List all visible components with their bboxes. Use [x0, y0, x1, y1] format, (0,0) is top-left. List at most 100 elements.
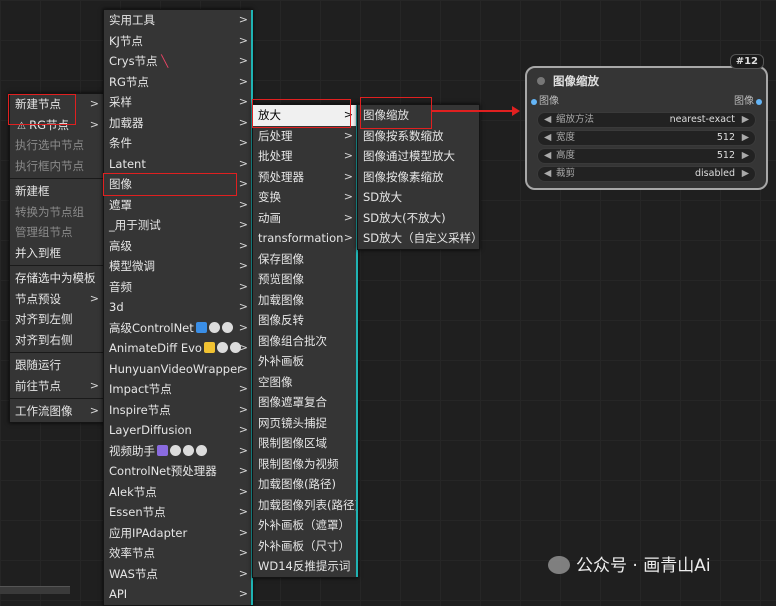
category-menu-item[interactable]: Crys节点 ╲ > — [104, 51, 252, 72]
upscale-menu-item[interactable]: SD放大 — [358, 187, 479, 208]
category-menu-item[interactable]: 视频助手 > — [104, 441, 252, 462]
output-socket-icon[interactable] — [756, 99, 762, 105]
category-menu-item[interactable]: HunyuanVideoWrapper > — [104, 359, 252, 380]
decrement-arrow-icon[interactable]: ◀ — [544, 149, 551, 163]
image-menu-item[interactable]: 空图像 — [253, 372, 357, 393]
image-menu-item[interactable]: 网页镜头捕捉 — [253, 413, 357, 434]
menu-item-label: ControlNet预处理器 — [109, 464, 217, 478]
increment-arrow-icon[interactable]: ▶ — [742, 131, 749, 145]
image-menu-item[interactable]: transformation > — [253, 228, 357, 249]
context-menu-item[interactable]: ⚠ RG节点 > — [10, 115, 103, 136]
image-menu-item[interactable]: 预处理器 > — [253, 167, 357, 188]
image-menu-item[interactable]: WD14反推提示词 — [253, 556, 357, 577]
category-menu-item[interactable]: 高级ControlNet > — [104, 318, 252, 339]
node-widget[interactable]: ◀ 高度 512 ▶ — [537, 148, 756, 164]
image-menu-item[interactable]: 批处理 > — [253, 146, 357, 167]
image-menu-item[interactable]: 图像反转 — [253, 310, 357, 331]
context-menu-item[interactable]: 新建框 — [10, 181, 103, 202]
context-menu-item[interactable]: 并入到框 — [10, 243, 103, 264]
image-menu-item[interactable]: 后处理 > — [253, 126, 357, 147]
menu-item-label: 批处理 — [258, 149, 293, 163]
category-menu-item[interactable]: 效率节点 > — [104, 543, 252, 564]
image-menu-item[interactable]: 外补画板（尺寸） — [253, 536, 357, 557]
node-title[interactable]: 图像缩放 — [527, 68, 766, 94]
increment-arrow-icon[interactable]: ▶ — [742, 149, 749, 163]
context-menu-item[interactable]: 执行框内节点 — [10, 156, 103, 177]
category-menu-item[interactable]: LayerDiffusion > — [104, 420, 252, 441]
node-widget[interactable]: ◀ 裁剪 disabled ▶ — [537, 166, 756, 182]
image-menu-item[interactable]: 变换 > — [253, 187, 357, 208]
menu-item-label: 并入到框 — [15, 245, 61, 260]
category-menu-item[interactable]: 实用工具 > — [104, 10, 252, 31]
category-menu-item[interactable]: 图像 > — [104, 174, 252, 195]
category-menu-item[interactable]: 遮罩 > — [104, 195, 252, 216]
menu-separator — [10, 265, 103, 266]
context-menu-item[interactable]: 存储选中为模板 — [10, 268, 103, 289]
category-menu-item[interactable]: Alek节点 > — [104, 482, 252, 503]
image-menu-item[interactable]: 外补画板 — [253, 351, 357, 372]
category-menu-item[interactable]: AnimateDiff Evo > — [104, 338, 252, 359]
upscale-menu-item[interactable]: 图像按像素缩放 — [358, 167, 479, 188]
context-menu-item[interactable]: 工作流图像 > — [10, 401, 103, 422]
image-scale-node[interactable]: #12 图像缩放 图像 图像 ◀ 缩放方法 nearest-exact ▶ ◀ 宽度 512… — [525, 54, 768, 190]
category-menu-item[interactable]: _用于测试 > — [104, 215, 252, 236]
decrement-arrow-icon[interactable]: ◀ — [544, 113, 551, 127]
upscale-menu-item[interactable]: 图像通过模型放大 — [358, 146, 479, 167]
context-menu-item[interactable]: 对齐到左侧 — [10, 309, 103, 330]
decrement-arrow-icon[interactable]: ◀ — [544, 167, 551, 181]
upscale-menu-item[interactable]: 图像缩放 — [358, 105, 479, 126]
category-menu-item[interactable]: ControlNet预处理器 > — [104, 461, 252, 482]
image-menu-item[interactable]: 加载图像列表(路径) — [253, 495, 359, 516]
category-menu-item[interactable]: RG节点 > — [104, 72, 252, 93]
menu-item-label: Impact节点 — [109, 382, 172, 396]
category-menu-item[interactable]: 条件 > — [104, 133, 252, 154]
context-menu-item[interactable]: 跟随运行 — [10, 355, 103, 376]
context-menu-item[interactable]: 转换为节点组 — [10, 202, 103, 223]
image-menu-item[interactable]: 限制图像区域 — [253, 433, 357, 454]
upscale-menu-item[interactable]: SD放大(不放大) — [358, 208, 479, 229]
menu-item-label: 限制图像区域 — [258, 436, 327, 450]
context-menu-item[interactable]: 节点预设 > — [10, 289, 103, 310]
node-widget[interactable]: ◀ 宽度 512 ▶ — [537, 130, 756, 146]
context-menu-item[interactable]: 管理组节点 — [10, 222, 103, 243]
chevron-right-icon: > — [343, 108, 353, 121]
image-menu-item[interactable]: 放大 > — [253, 105, 357, 126]
category-menu-item[interactable]: WAS节点 > — [104, 564, 252, 585]
category-menu-item[interactable]: 音频 > — [104, 277, 252, 298]
category-menu-item[interactable]: 应用IPAdapter > — [104, 523, 252, 544]
image-menu-item[interactable]: 图像遮罩复合 — [253, 392, 357, 413]
category-menu-item[interactable]: 3d > — [104, 297, 252, 318]
category-menu-item[interactable]: Impact节点 > — [104, 379, 252, 400]
category-menu-item[interactable]: 模型微调 > — [104, 256, 252, 277]
category-menu-item[interactable]: Essen节点 > — [104, 502, 252, 523]
upscale-menu-item[interactable]: SD放大（自定义采样） — [358, 228, 483, 249]
category-menu-item[interactable]: KJ节点 > — [104, 31, 252, 52]
image-menu-item[interactable]: 加载图像(路径) — [253, 474, 357, 495]
category-menu-item[interactable]: 高级 > — [104, 236, 252, 257]
decrement-arrow-icon[interactable]: ◀ — [544, 131, 551, 145]
collapse-dot-icon[interactable] — [537, 77, 545, 85]
context-menu-item[interactable]: 前往节点 > — [10, 376, 103, 397]
image-menu-item[interactable]: 图像组合批次 — [253, 331, 357, 352]
category-menu-item[interactable]: 加载器 > — [104, 113, 252, 134]
image-menu-item[interactable]: 外补画板（遮罩） — [253, 515, 357, 536]
wechat-icon — [548, 556, 570, 574]
category-menu-item[interactable]: API > — [104, 584, 252, 605]
image-menu-item[interactable]: 保存图像 — [253, 249, 357, 270]
image-menu-item[interactable]: 预览图像 — [253, 269, 357, 290]
image-menu-item[interactable]: 加载图像 — [253, 290, 357, 311]
context-menu-item[interactable]: 对齐到右侧 — [10, 330, 103, 351]
category-menu-item[interactable]: Latent > — [104, 154, 252, 175]
increment-arrow-icon[interactable]: ▶ — [742, 113, 749, 127]
input-socket-icon[interactable] — [531, 99, 537, 105]
node-widget[interactable]: ◀ 缩放方法 nearest-exact ▶ — [537, 112, 756, 128]
image-menu-item[interactable]: 动画 > — [253, 208, 357, 229]
category-menu-item[interactable]: 采样 > — [104, 92, 252, 113]
upscale-menu-item[interactable]: 图像按系数缩放 — [358, 126, 479, 147]
category-menu-item[interactable]: Inspire节点 > — [104, 400, 252, 421]
increment-arrow-icon[interactable]: ▶ — [742, 167, 749, 181]
image-menu-item[interactable]: 限制图像为视频 — [253, 454, 357, 475]
menu-item-label: 工作流图像 — [15, 404, 73, 418]
context-menu-item[interactable]: 新建节点 > — [10, 94, 103, 115]
context-menu-item[interactable]: 执行选中节点 — [10, 135, 103, 156]
